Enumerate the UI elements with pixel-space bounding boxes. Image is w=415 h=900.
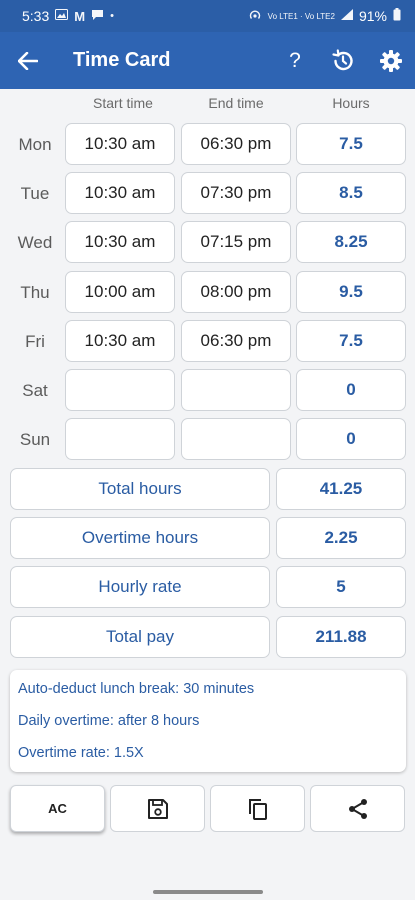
arrow-left-icon: [18, 51, 38, 70]
total-pay-label: Total pay: [10, 616, 270, 658]
help-button[interactable]: ?: [271, 32, 319, 89]
day-row-wed: Wed 10:30 am 07:15 pm 8.25: [0, 221, 415, 265]
day-row-thu: Thu 10:00 am 08:00 pm 9.5: [0, 271, 415, 315]
hourly-rate-row: Hourly rate 5: [0, 566, 415, 610]
day-row-sun: Sun 0: [0, 418, 415, 462]
end-time-field[interactable]: 06:30 pm: [181, 123, 291, 165]
end-time-field[interactable]: 07:15 pm: [181, 221, 291, 263]
day-row-tue: Tue 10:30 am 07:30 pm 8.5: [0, 172, 415, 216]
start-time-field[interactable]: 10:00 am: [65, 271, 175, 313]
start-time-header: Start time: [93, 95, 153, 111]
day-row-sat: Sat 0: [0, 369, 415, 413]
overtime-hours-label: Overtime hours: [10, 517, 270, 559]
day-label: Tue: [20, 184, 50, 203]
history-button[interactable]: [319, 32, 367, 89]
lunch-break-setting: Auto-deduct lunch break: 30 minutes: [18, 681, 255, 697]
hours-value: 0: [296, 369, 406, 411]
end-time-field[interactable]: [181, 369, 291, 411]
page-title: Time Card: [73, 49, 171, 71]
daily-overtime-setting: Daily overtime: after 8 hours: [18, 713, 200, 729]
gallery-notification-icon: [55, 9, 69, 23]
hours-value: 8.25: [296, 221, 406, 263]
total-hours-value: 41.25: [276, 468, 406, 510]
total-hours-label: Total hours: [10, 468, 270, 510]
hotspot-icon: [248, 9, 262, 24]
hourly-rate-input[interactable]: 5: [276, 566, 406, 608]
app-bar: Time Card ?: [0, 32, 415, 89]
status-bar: 5:33 M • Vo LTE1 · Vo LTE2 91%: [0, 0, 415, 32]
start-time-field[interactable]: 10:30 am: [65, 123, 175, 165]
total-hours-row: Total hours 41.25: [0, 468, 415, 512]
network-status: Vo LTE1 · Vo LTE2: [267, 11, 335, 21]
copy-button[interactable]: [210, 785, 305, 832]
battery-icon: [393, 8, 401, 24]
day-label: Thu: [20, 283, 50, 302]
share-button[interactable]: [310, 785, 405, 832]
clear-all-button[interactable]: AC: [10, 785, 105, 832]
start-time-field[interactable]: [65, 418, 175, 460]
hours-value: 7.5: [296, 320, 406, 362]
end-time-field[interactable]: 06:30 pm: [181, 320, 291, 362]
battery-text: 91%: [358, 8, 387, 24]
day-row-fri: Fri 10:30 am 06:30 pm 7.5: [0, 320, 415, 364]
save-icon: [147, 798, 168, 819]
overtime-hours-row: Overtime hours 2.25: [0, 517, 415, 561]
overtime-hours-value: 2.25: [276, 517, 406, 559]
history-icon: [332, 48, 353, 70]
settings-summary-card[interactable]: Auto-deduct lunch break: 30 minutes Dail…: [10, 670, 406, 772]
hours-value: 7.5: [296, 123, 406, 165]
day-label: Wed: [17, 233, 53, 252]
copy-icon: [248, 798, 267, 820]
settings-button[interactable]: [367, 32, 415, 89]
bottom-action-bar: AC: [0, 785, 415, 833]
hours-header: Hours: [332, 95, 370, 111]
day-label: Sat: [22, 381, 48, 400]
hours-value: 9.5: [296, 271, 406, 313]
day-label: Sun: [19, 430, 51, 449]
dot-notification-icon: •: [110, 10, 114, 22]
hours-value: 0: [296, 418, 406, 460]
home-indicator[interactable]: [153, 890, 263, 894]
column-headers: Start time End time Hours: [0, 95, 415, 115]
end-time-field[interactable]: 08:00 pm: [181, 271, 291, 313]
start-time-field[interactable]: 10:30 am: [65, 320, 175, 362]
start-time-field[interactable]: [65, 369, 175, 411]
hours-value: 8.5: [296, 172, 406, 214]
help-icon: ?: [289, 48, 301, 72]
hourly-rate-label: Hourly rate: [10, 566, 270, 608]
start-time-field[interactable]: 10:30 am: [65, 172, 175, 214]
message-notification-icon: [91, 9, 104, 24]
day-row-mon: Mon 10:30 am 06:30 pm 7.5: [0, 123, 415, 167]
total-pay-value: 211.88: [276, 616, 406, 658]
m-notification-icon: M: [74, 8, 86, 24]
signal-icon: [340, 9, 353, 23]
day-label: Mon: [18, 135, 52, 154]
end-time-header: End time: [208, 95, 264, 111]
gear-icon: [380, 49, 402, 72]
status-time: 5:33: [22, 8, 50, 24]
save-button[interactable]: [110, 785, 205, 832]
end-time-field[interactable]: [181, 418, 291, 460]
overtime-rate-setting: Overtime rate: 1.5X: [18, 745, 144, 761]
day-label: Fri: [25, 332, 45, 351]
start-time-field[interactable]: 10:30 am: [65, 221, 175, 263]
end-time-field[interactable]: 07:30 pm: [181, 172, 291, 214]
back-button[interactable]: [0, 32, 56, 89]
total-pay-row: Total pay 211.88: [0, 616, 415, 660]
share-icon: [348, 798, 367, 819]
